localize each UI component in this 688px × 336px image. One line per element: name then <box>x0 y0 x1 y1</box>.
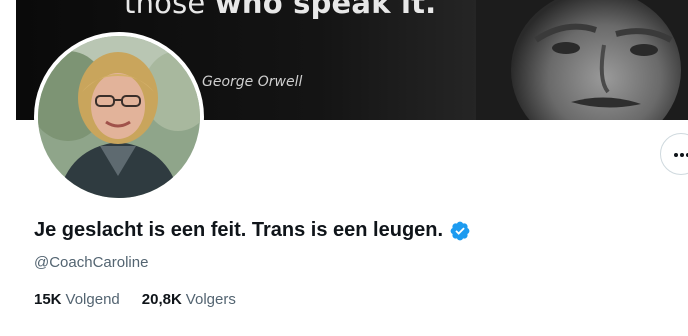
display-name-row: Je geslacht is een feit. Trans is een le… <box>34 219 471 242</box>
banner-quote-bold: who speak it. <box>214 0 437 20</box>
banner-author: George Orwell <box>202 74 303 90</box>
avatar[interactable] <box>34 32 204 202</box>
following-link[interactable]: 15K Volgend <box>34 291 120 308</box>
followers-count: 20,8K <box>141 291 182 308</box>
avatar-photo <box>38 36 200 198</box>
following-label: Volgend <box>65 291 120 308</box>
user-handle: @CoachCaroline <box>34 254 149 271</box>
following-count: 15K <box>34 291 62 308</box>
banner-quote: those who speak it. <box>124 0 436 20</box>
more-options-button[interactable] <box>660 133 688 175</box>
display-name: Je geslacht is een feit. Trans is een le… <box>34 219 444 241</box>
followers-link[interactable]: 20,8K Volgers <box>142 291 236 308</box>
more-options-icon <box>674 153 688 157</box>
followers-label: Volgers <box>185 291 236 308</box>
banner-portrait <box>476 0 688 120</box>
profile-stats: 15K Volgend 20,8K Volgers <box>34 291 258 308</box>
banner-quote-light: those <box>124 0 206 20</box>
verified-badge-icon[interactable] <box>449 220 471 242</box>
